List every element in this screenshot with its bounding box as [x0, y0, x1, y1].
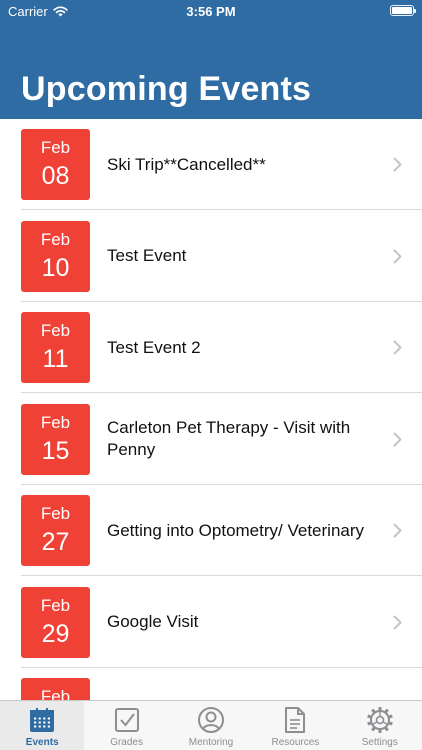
event-row[interactable]: Feb 15 Carleton Pet Therapy - Visit with P… — [0, 393, 422, 485]
chevron-right-icon — [393, 340, 402, 355]
date-badge: Feb 15 — [21, 403, 90, 475]
event-row[interactable]: Feb 27 Getting into Optometry/ Veterinary — [0, 485, 422, 576]
event-title: Carleton Pet Therapy - Visit with Penny — [107, 394, 379, 485]
event-row[interactable]: Feb 29 Google Visit — [0, 576, 422, 668]
checkbox-icon — [114, 708, 139, 732]
event-row[interactable]: Feb 11 Test Event 2 — [0, 302, 422, 393]
tab-bar: Events Grades Mentoring Resources Settings — [0, 700, 422, 750]
event-month: Feb — [40, 595, 71, 615]
event-month: Feb — [40, 504, 71, 523]
chevron-right-icon — [393, 249, 402, 263]
event-month: Feb — [40, 687, 71, 700]
chevron-right-icon — [393, 615, 402, 629]
event-title-text: Ski Trip**Cancelled** — [107, 154, 266, 174]
date-badge: Feb 10 — [21, 220, 90, 292]
date-badge: Feb 08 — [21, 129, 90, 200]
tab-label: Mentoring — [188, 737, 234, 748]
event-title: Google Visit — [107, 577, 379, 668]
events-list[interactable]: Feb 08 Ski Trip**Cancelled** Feb 10 Test Even… — [0, 119, 422, 700]
event-month: Feb — [40, 412, 71, 432]
event-title: Ski Trip**Cancelled** — [107, 119, 379, 210]
event-row[interactable]: Feb 08 Ski Trip**Cancelled** — [0, 119, 422, 210]
event-title-text: Test Event — [107, 246, 187, 265]
event-title-text: Getting into Optometry/ Veterinary — [107, 520, 365, 540]
event-month: Feb — [40, 229, 71, 249]
date-badge: Feb 29 — [21, 586, 90, 658]
tab-mentoring[interactable]: Mentoring — [169, 701, 253, 750]
tab-label: Settings — [361, 737, 398, 748]
navigation-header: Carrier 3:56 PM Upcoming Events — [0, 0, 422, 119]
event-day: 08 — [41, 162, 70, 190]
event-day: 15 — [41, 436, 70, 465]
gear-icon — [366, 707, 393, 733]
event-title: Test Event — [107, 211, 379, 302]
status-time: 3:56 PM — [186, 4, 236, 19]
event-row[interactable]: Feb Carleton Pet Therapy - Visit — [0, 668, 422, 700]
event-month: Feb — [40, 321, 71, 340]
page-title: Upcoming Events — [21, 70, 312, 108]
event-day: 27 — [41, 528, 70, 556]
chevron-right-icon — [393, 157, 402, 172]
battery-icon — [390, 5, 416, 16]
event-row[interactable]: Feb 10 Test Event — [0, 210, 422, 302]
date-badge: Feb 11 — [21, 312, 90, 383]
event-day: 11 — [42, 345, 69, 373]
event-day: 29 — [41, 619, 70, 648]
chevron-right-icon — [393, 523, 402, 538]
date-badge: Feb — [21, 678, 90, 700]
battery-level-fill — [392, 7, 412, 14]
tab-resources[interactable]: Resources — [253, 701, 337, 750]
event-title-text: Test Event 2 — [107, 337, 201, 357]
calendar-icon — [30, 708, 55, 732]
event-title-text: Google Visit — [107, 612, 199, 631]
tab-settings[interactable]: Settings — [338, 701, 422, 750]
event-title: Carleton Pet Therapy - Visit — [107, 668, 379, 700]
event-day: 10 — [41, 253, 70, 282]
tab-grades[interactable]: Grades — [84, 701, 168, 750]
event-title: Getting into Optometry/ Veterinary — [107, 485, 379, 576]
status-bar: Carrier 3:56 PM — [0, 0, 422, 22]
event-month: Feb — [40, 138, 71, 157]
person-icon — [197, 707, 224, 733]
chevron-right-icon — [393, 432, 402, 446]
date-badge: Feb 27 — [21, 495, 90, 566]
tab-events[interactable]: Events — [0, 701, 85, 750]
tab-label: Resources — [271, 737, 320, 748]
event-title-text: Carleton Pet Therapy - Visit with Penny — [107, 418, 351, 459]
document-icon — [285, 707, 306, 733]
event-title: Test Event 2 — [107, 302, 379, 393]
tab-label: Events — [25, 737, 59, 748]
tab-label: Grades — [110, 737, 143, 748]
